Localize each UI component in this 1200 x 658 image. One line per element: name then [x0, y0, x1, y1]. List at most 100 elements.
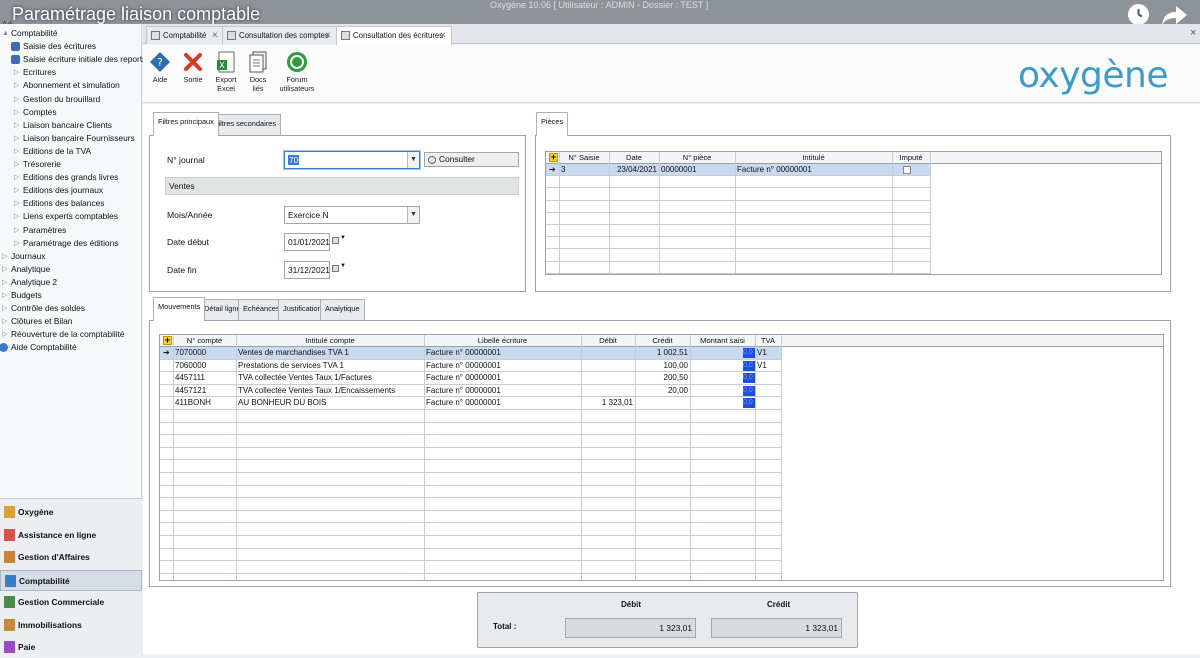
expand-icon[interactable]: ▷: [14, 224, 19, 237]
tab-filtres-principaux[interactable]: Filtres principaux: [153, 112, 219, 136]
module-button[interactable]: Comptabilité: [0, 569, 142, 591]
column-header[interactable]: Débit: [581, 335, 635, 347]
column-header[interactable]: Intitulé: [735, 152, 892, 164]
expand-icon[interactable]: ▷: [2, 315, 7, 328]
expand-icon[interactable]: ▷: [2, 302, 7, 315]
consult-button[interactable]: Consulter: [424, 152, 519, 167]
empty-row[interactable]: [160, 448, 781, 461]
table-row[interactable]: ➔ 7070000 Ventes de marchandises TVA 1 Fact…: [160, 347, 781, 360]
tab-filtres-secondaires[interactable]: Filtres secondaires: [209, 114, 282, 136]
column-header[interactable]: Imputé: [892, 152, 930, 164]
table-row[interactable]: 7060000 Prestations de services TVA 1 Fact…: [160, 360, 781, 373]
empty-row[interactable]: [546, 237, 930, 250]
column-header[interactable]: TVA: [755, 335, 781, 347]
empty-row[interactable]: [546, 249, 930, 262]
column-header[interactable]: Intitulé compte: [236, 335, 424, 347]
column-header[interactable]: N° compte: [173, 335, 236, 347]
expand-icon[interactable]: ▷: [14, 184, 19, 197]
expand-icon[interactable]: ▷: [14, 132, 19, 145]
module-button[interactable]: Assistance en ligne: [0, 525, 142, 546]
empty-row[interactable]: [160, 511, 781, 524]
close-all-icon[interactable]: ×: [1190, 27, 1196, 39]
tab-comptabilite[interactable]: Comptabilité ×: [146, 26, 223, 44]
share-icon[interactable]: [1160, 4, 1188, 24]
expand-icon[interactable]: ▷: [2, 250, 7, 263]
tab-consultation-ecritures[interactable]: Consultation des écritures ×: [336, 26, 452, 45]
amount-entered-field[interactable]: 0,0: [743, 385, 755, 396]
tab-pieces[interactable]: Pièces: [536, 112, 569, 136]
column-header[interactable]: Libellé écriture: [424, 335, 581, 347]
empty-row[interactable]: [160, 486, 781, 499]
expand-icon[interactable]: ▷: [2, 289, 7, 302]
empty-row[interactable]: [160, 523, 781, 536]
expand-icon[interactable]: ▷: [14, 158, 19, 171]
expand-icon[interactable]: ▷: [14, 66, 19, 79]
add-row-icon[interactable]: +: [163, 336, 172, 345]
expand-icon[interactable]: ▷: [14, 106, 19, 119]
empty-row[interactable]: [160, 498, 781, 511]
close-icon[interactable]: ×: [212, 27, 218, 44]
module-button[interactable]: Gestion Commerciale: [0, 592, 142, 613]
empty-row[interactable]: [160, 574, 781, 580]
imputed-checkbox[interactable]: [903, 166, 911, 174]
period-select[interactable]: Exercice N ▼: [284, 206, 420, 224]
empty-row[interactable]: [546, 262, 930, 274]
expand-icon[interactable]: ▷: [14, 197, 19, 210]
empty-row[interactable]: [546, 176, 930, 189]
column-header[interactable]: N° pièce: [659, 152, 735, 164]
help-button[interactable]: ? Aide: [149, 51, 171, 85]
module-button[interactable]: Oxygène: [0, 502, 142, 523]
tab-analytique[interactable]: Analytique: [320, 299, 365, 321]
amount-entered-field[interactable]: 0,0: [743, 373, 755, 384]
empty-row[interactable]: [546, 188, 930, 201]
module-button[interactable]: Immobilisations: [0, 615, 142, 636]
module-button[interactable]: Paie: [0, 637, 142, 658]
expand-icon[interactable]: ▷: [2, 276, 7, 289]
empty-row[interactable]: [160, 561, 781, 574]
close-icon[interactable]: ×: [440, 27, 446, 44]
empty-row[interactable]: [160, 536, 781, 549]
empty-row[interactable]: [546, 213, 930, 225]
close-icon[interactable]: ×: [325, 27, 331, 44]
empty-row[interactable]: [160, 423, 781, 436]
exit-button[interactable]: Sortie: [182, 51, 204, 85]
journal-select[interactable]: 70 ▼: [284, 151, 420, 169]
start-date-field[interactable]: 01/01/2021: [284, 233, 330, 251]
expand-icon[interactable]: ▷: [2, 328, 7, 341]
table-row[interactable]: 4457111 TVA collectée Ventes Taux 1/Factu…: [160, 372, 781, 385]
calendar-icon[interactable]: [332, 265, 339, 272]
expand-icon[interactable]: ▷: [2, 263, 7, 276]
tab-consultation-comptes[interactable]: Consultation des comptes ×: [222, 26, 337, 44]
column-header[interactable]: Montant saisi: [690, 335, 755, 347]
forum-button[interactable]: Forum utilisateurs: [277, 51, 317, 93]
empty-row[interactable]: [546, 201, 930, 213]
table-row[interactable]: 4457121 TVA collectée Ventes Taux 1/Encai…: [160, 385, 781, 398]
amount-entered-field[interactable]: 0,0: [743, 398, 755, 409]
expand-icon[interactable]: ▷: [14, 93, 19, 106]
calendar-icon[interactable]: [332, 237, 339, 244]
empty-row[interactable]: [160, 435, 781, 448]
empty-row[interactable]: [546, 225, 930, 238]
chevron-down-icon[interactable]: ▼: [340, 235, 346, 241]
movements-grid[interactable]: + N° compte Intitulé compte Libellé écritur…: [159, 334, 1164, 581]
amount-entered-field[interactable]: 0,0: [743, 360, 755, 371]
expand-icon[interactable]: ▷: [14, 119, 19, 132]
table-row[interactable]: 411BONH AU BONHEUR DU BOIS Facture n° 0000…: [160, 397, 781, 410]
expand-icon[interactable]: ▷: [14, 210, 19, 223]
export-excel-button[interactable]: X Export Excel: [214, 51, 238, 93]
amount-entered-field[interactable]: 0,0: [743, 348, 755, 358]
clock-icon[interactable]: [1128, 4, 1149, 24]
expand-icon[interactable]: ▷: [14, 145, 19, 158]
expand-icon[interactable]: ▷: [14, 237, 19, 250]
empty-row[interactable]: [160, 460, 781, 473]
empty-row[interactable]: [160, 473, 781, 486]
column-header[interactable]: N° Saisie: [559, 152, 609, 164]
expand-icon[interactable]: ▷: [14, 171, 19, 184]
end-date-field[interactable]: 31/12/2021: [284, 261, 330, 279]
column-header[interactable]: Crédit: [635, 335, 690, 347]
pieces-grid[interactable]: + N° Saisie Date N° pièce Intitulé Imputé ➔ 3 23…: [545, 151, 1162, 275]
expand-icon[interactable]: ▷: [14, 79, 19, 92]
add-row-icon[interactable]: +: [549, 153, 558, 162]
column-header[interactable]: Date: [609, 152, 659, 164]
empty-row[interactable]: [160, 549, 781, 562]
